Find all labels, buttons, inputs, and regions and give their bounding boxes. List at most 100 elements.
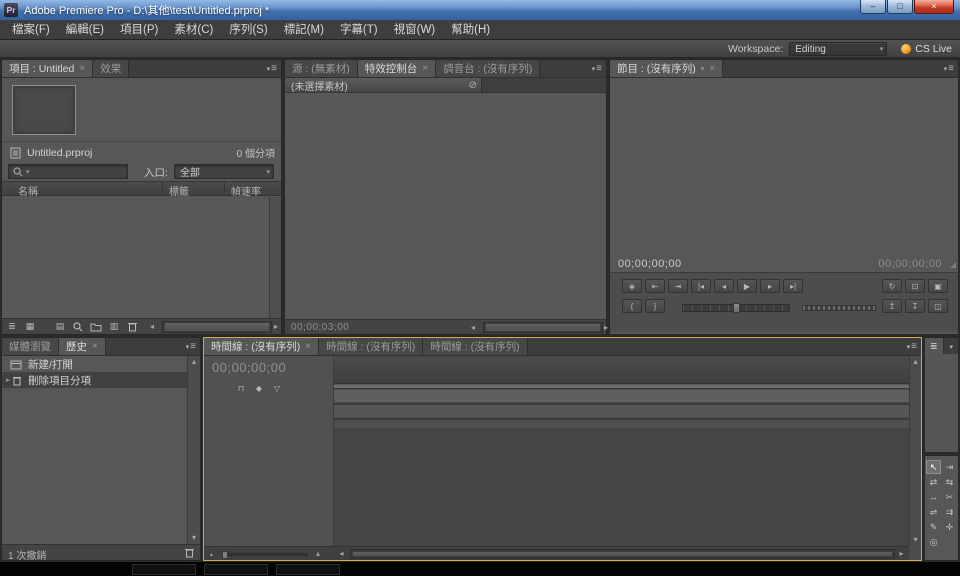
razor-tool-button[interactable]: ✂ [942,490,957,504]
minimize-button[interactable]: – [860,0,886,14]
find-icon[interactable] [70,320,86,333]
list-view-icon[interactable]: ≣ [4,320,20,333]
shuttle-thumb[interactable] [733,303,740,313]
program-video-display[interactable] [610,78,958,256]
scroll-left-icon[interactable]: ◂ [150,322,154,332]
rate-stretch-tool-button[interactable]: ↔ [926,490,941,504]
add-marker-button[interactable]: ◈ [622,279,642,293]
go-to-out-button[interactable]: ⇥ [668,279,688,293]
scroll-left-icon[interactable]: ◂ [471,323,475,333]
effect-controls-body[interactable] [285,93,606,319]
tab-media-browser[interactable]: 媒體瀏覽 [2,338,59,355]
scroll-up-icon[interactable]: ▴ [910,357,921,367]
panel-menu-icon[interactable]: ▾ [949,342,954,353]
panel-menu-icon[interactable]: ▾≡ [907,342,917,353]
automate-to-sequence-icon[interactable]: ▤ [52,320,68,333]
tab-timeline-3[interactable]: 時間線 : (沒有序列) [423,338,527,355]
search-input[interactable]: ▾ [8,164,128,179]
go-to-in-button[interactable]: ⇤ [645,279,665,293]
slip-tool-button[interactable]: ⇌ [926,505,941,519]
timeline-ruler[interactable] [334,356,909,384]
encore-marker-icon[interactable]: ◆ [252,382,266,394]
prev-edit-button[interactable]: |◂ [691,279,711,293]
titlebar[interactable]: Pr Adobe Premiere Pro - D:\其他\test\Untit… [0,0,960,20]
timeline-vertical-scrollbar[interactable]: ▴ ▾ [909,356,921,546]
menu-sequence[interactable]: 序列(S) [221,20,275,40]
trash-icon[interactable] [185,547,194,558]
menu-title[interactable]: 字幕(T) [332,20,386,40]
history-vertical-scrollbar[interactable]: ▴ ▾ [187,356,200,544]
shuttle-slider[interactable] [682,304,790,312]
project-horizontal-scrollbar[interactable] [162,321,272,333]
hand-tool-button[interactable]: ✛ [942,520,957,534]
tab-audio-mixer[interactable]: 調音台 : (沒有序列) [436,60,540,77]
jog-strip[interactable] [802,305,876,311]
timeline-timecode[interactable]: 00;00;00;00 [212,360,286,375]
panel-menu-icon[interactable]: ▾≡ [944,64,954,75]
search-options-icon[interactable]: ▾ [26,168,30,176]
ripple-edit-tool-button[interactable]: ⇄ [926,475,941,489]
loop-button[interactable]: ↻ [882,279,902,293]
menu-window[interactable]: 視窗(W) [386,20,444,40]
new-item-icon[interactable]: ▥ [106,320,122,333]
workspace-dropdown[interactable]: Editing ▾ [789,42,887,56]
column-label[interactable]: 標籤 [163,182,225,195]
resize-grip-icon[interactable]: ◢ [950,260,956,269]
tab-project[interactable]: 項目 : Untitled × [2,60,93,77]
close-tab-icon[interactable]: × [422,63,428,74]
zoom-slider-thumb[interactable] [222,551,228,559]
scroll-down-icon[interactable]: ▾ [188,533,200,543]
safe-margins-button[interactable]: ⊡ [905,279,925,293]
master-track[interactable] [334,420,909,429]
effect-controls-scrollbar[interactable] [483,322,603,333]
step-back-button[interactable]: ◂ [714,279,734,293]
next-edit-button[interactable]: ▸| [783,279,803,293]
maximize-button[interactable]: □ [887,0,913,14]
scrollbar-thumb[interactable] [352,551,893,557]
tab-timeline-2[interactable]: 時間線 : (沒有序列) [319,338,423,355]
scroll-right-icon[interactable]: ▸ [274,322,278,332]
in-filter-dropdown[interactable]: 全部 ▾ [174,164,274,179]
close-tab-icon[interactable]: × [92,341,98,352]
project-item-list[interactable] [2,197,281,318]
video-track-1[interactable] [334,390,909,403]
panel-menu-icon[interactable]: ▾≡ [267,64,277,75]
set-in-button[interactable]: { [622,299,642,313]
play-button[interactable]: ▶ [737,279,757,293]
close-tab-icon[interactable]: × [79,63,85,74]
column-framerate[interactable]: 幀速率 [225,182,281,195]
tab-audio-meters[interactable]: ≣ [925,338,944,355]
scroll-left-icon[interactable]: ◂ [336,549,347,559]
tab-effects[interactable]: 效果 [93,60,129,77]
current-timecode[interactable]: 00;00;00;00 [618,258,682,270]
timeline-tracks-area[interactable] [334,390,909,546]
tab-timeline-1[interactable]: 時間線 : (沒有序列) × [204,338,319,355]
taskbar-button[interactable] [132,564,196,575]
rolling-edit-tool-button[interactable]: ⇆ [942,475,957,489]
export-frame-button[interactable]: ◫ [928,299,948,313]
close-tab-icon[interactable]: × [709,63,715,74]
scroll-down-icon[interactable]: ▾ [910,535,921,545]
tab-source-monitor[interactable]: 源 : (無素材) [285,60,358,77]
menu-marker[interactable]: 標記(M) [276,20,332,40]
zoom-in-icon[interactable]: ▴ [316,549,320,558]
taskbar-button[interactable] [204,564,268,575]
project-vertical-scrollbar[interactable] [269,197,281,318]
tab-history[interactable]: 歷史 × [59,338,106,355]
history-row-new-open[interactable]: 新建/打開 [2,356,187,372]
timeline-horizontal-scrollbar[interactable] [350,549,895,559]
tab-effect-controls[interactable]: 特效控制台 × [358,60,436,77]
scrollbar-thumb[interactable] [164,322,270,332]
history-row-delete-item[interactable]: ▸ 刪除項目分項 [2,372,187,388]
icon-view-icon[interactable]: ▦ [22,320,38,333]
lift-button[interactable]: ↥ [882,299,902,313]
monitor-select-icon[interactable]: ▾ [701,65,705,73]
zoom-tool-button[interactable]: ◎ [926,535,941,549]
pen-tool-button[interactable]: ✎ [926,520,941,534]
project-file-row[interactable]: Untitled.prproj 0 個分項 [2,144,281,161]
unnumbered-marker-icon[interactable]: ▽ [270,382,284,394]
slide-tool-button[interactable]: ⇉ [942,505,957,519]
extract-button[interactable]: ↧ [905,299,925,313]
scroll-up-icon[interactable]: ▴ [188,357,200,367]
scrollbar-thumb[interactable] [485,323,601,332]
